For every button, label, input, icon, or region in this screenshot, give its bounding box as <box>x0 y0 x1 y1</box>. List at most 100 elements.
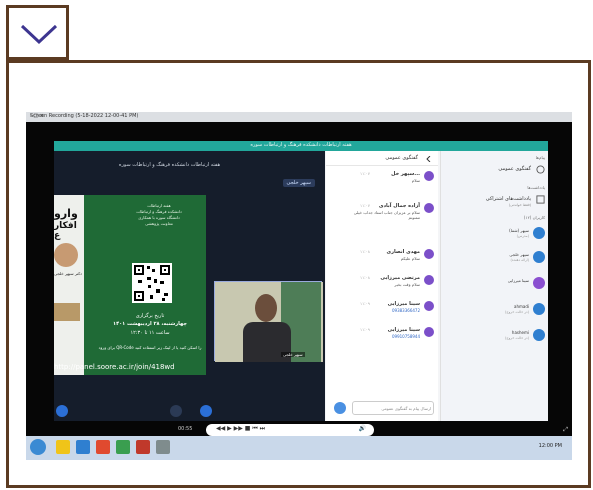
notes-section-label: یادداشت‌ها <box>527 185 545 190</box>
notes-icon <box>536 195 545 204</box>
screen-share-button[interactable] <box>170 405 182 417</box>
public-chat-label: گفتگوی عمومی <box>498 166 531 172</box>
webcam-feed: سپهر خلجی <box>214 281 323 362</box>
mic-button[interactable] <box>56 405 68 417</box>
media-control-buttons[interactable]: ◀◀ ▶ ▶▶ ■ ⏮ ⏭ <box>216 425 265 433</box>
chat-message: سینا میرزایی ۱۱:۰۹ 09383366472 <box>330 301 434 323</box>
event-time: ساعت ۱۱ تا ۱۲:۳۰ <box>130 330 170 336</box>
user-role: (در حالت خروج) <box>504 336 529 340</box>
presentation-slide: وارو افکار ع دکتر سپهر خلجی هفته ارتباطا… <box>54 195 206 375</box>
org-line: معاونت پژوهشی <box>145 221 173 226</box>
shared-notes-item[interactable]: یادداشت‌های اشتراکی (فقط خواندنی) <box>445 195 545 209</box>
qr-note: برای ورود QR-Code را اسکن کنید یا از لین… <box>98 345 202 350</box>
message-time: ۱۱:۰۸ <box>360 249 370 254</box>
message-text: 09383366472 <box>392 308 420 313</box>
avatar <box>533 251 545 263</box>
chat-message: سپهر خل... ۱۱:۰۷ سلام <box>330 171 434 193</box>
box-image <box>54 303 80 321</box>
elapsed-time: 00:55 <box>178 426 193 432</box>
stage-title: هفته ارتباطات دانشکده فرهنگ و ارتباطات س… <box>118 162 221 168</box>
fullscreen-icon[interactable]: ⤢ <box>563 426 568 434</box>
slide-left-panel: وارو افکار ع دکتر سپهر خلجی <box>54 195 84 375</box>
user-name: سپهر خلجی <box>509 252 529 257</box>
media-controls[interactable]: ◀◀ ▶ ▶▶ ■ ⏮ ⏭ 🔊 <box>206 424 374 436</box>
message-text: سلام بر عزیزان جناب استاد جداب خیلی ممنو… <box>353 210 420 220</box>
send-button[interactable] <box>334 402 346 414</box>
user-item[interactable]: ahmadi (در حالت خروج) <box>445 303 545 325</box>
chat-bubble-icon <box>536 165 545 174</box>
message-text: 09910758944 <box>392 334 420 339</box>
avatar <box>533 329 545 341</box>
slide-title-1: وارو <box>54 207 78 220</box>
window-controls[interactable]: - □ × <box>30 113 566 119</box>
folder-icon[interactable] <box>56 440 70 454</box>
slide-title-2: افکار ع <box>54 221 77 241</box>
user-sidebar: پیام‌ها گفتگوی عمومی یادداشت‌ها یادداشت‌… <box>440 151 548 421</box>
app-icon[interactable] <box>156 440 170 454</box>
volume-icon[interactable]: 🔊 <box>359 425 366 432</box>
user-name: سینا میرزایی <box>507 278 529 283</box>
event-date: چهارشنبه، ۲۸ اردیبهشت ۱۴۰۱ <box>113 321 187 327</box>
webcam-person-head <box>255 294 277 322</box>
meeting-app: هفته ارتباطات دانشکده فرهنگ و ارتباطات س… <box>54 141 548 421</box>
meeting-header-title: هفته ارتباطات دانشکده فرهنگ و ارتباطات س… <box>250 142 352 148</box>
message-author: آزاده جمال آبادی <box>378 203 420 209</box>
avatar <box>424 275 434 285</box>
user-item[interactable]: سینا میرزایی <box>445 277 545 299</box>
qr-code <box>132 263 172 303</box>
user-role: (مدرس) <box>516 234 529 238</box>
avatar <box>424 203 434 213</box>
public-chat-item[interactable]: گفتگوی عمومی <box>445 165 545 179</box>
start-button[interactable] <box>30 439 46 455</box>
shared-notes-label: یادداشت‌های اشتراکی <box>485 196 531 202</box>
message-time: ۱۱:۰۷ <box>360 171 370 176</box>
chevron-left-icon[interactable] <box>426 156 432 162</box>
app-icon[interactable] <box>136 440 150 454</box>
message-time: ۱۱:۰۹ <box>360 327 370 332</box>
audio-button[interactable] <box>200 405 212 417</box>
message-time: ۱۱:۰۷ <box>360 203 370 208</box>
chrome-icon[interactable] <box>116 440 130 454</box>
users-section-label: کاربران (۱۲) <box>523 215 545 220</box>
taskbar-clock: 12:00 PM <box>538 443 562 449</box>
message-author: مرتضی میرزایی <box>380 275 420 281</box>
speaker-chip[interactable]: سپهر خلجی <box>282 179 315 187</box>
user-role: (ارائه دهنده) <box>510 258 529 262</box>
message-author: سینا میرزایی <box>387 327 420 333</box>
chat-header: گفتگوی عمومی <box>326 153 438 166</box>
user-role: (در حالت خروج) <box>504 310 529 314</box>
message-time: ۱۱:۰۸ <box>360 275 370 280</box>
avatar <box>424 301 434 311</box>
webcam-name-label: سپهر خلجی <box>281 352 305 357</box>
user-name: سپهر (شما) <box>509 228 529 233</box>
chat-title: گفتگوی عمومی <box>385 155 418 161</box>
message-author: مهدی انصاری <box>386 249 420 255</box>
message-author: سپهر خل... <box>391 171 420 177</box>
user-item[interactable]: hashemi (در حالت خروج) <box>445 329 545 351</box>
message-time: ۱۱:۰۹ <box>360 301 370 306</box>
join-link[interactable]: http://panel.soore.ac.ir/join/418wd <box>54 363 214 371</box>
message-text: سلام وقت بخیر <box>394 282 420 287</box>
message-text: سلام <box>411 178 420 183</box>
user-item[interactable]: سپهر (شما) (مدرس) <box>445 227 545 249</box>
avatar <box>533 227 545 239</box>
org-line: دانشکده فرهنگ و ارتباطات <box>136 209 182 214</box>
presenter-caption: دکتر سپهر خلجی <box>54 271 82 276</box>
meeting-header: هفته ارتباطات دانشکده فرهنگ و ارتباطات س… <box>54 141 548 151</box>
recorder-title-bar: Screen Recording (5-18-2022 12-00-41 PM)… <box>26 112 572 122</box>
avatar <box>533 277 545 289</box>
recording-screenshot: Screen Recording (5-18-2022 12-00-41 PM)… <box>26 112 572 460</box>
ie-icon[interactable] <box>76 440 90 454</box>
avatar <box>533 303 545 315</box>
windows-taskbar: 12:00 PM <box>26 436 572 460</box>
presentation-stage: هفته ارتباطات دانشکده فرهنگ و ارتباطات س… <box>54 151 325 421</box>
user-item[interactable]: سپهر خلجی (ارائه دهنده) <box>445 251 545 273</box>
chat-input[interactable]: ارسال پیام به گفتگوی عمومی <box>352 401 434 415</box>
video-area: هفته ارتباطات دانشکده فرهنگ و ارتباطات س… <box>26 122 572 436</box>
chevron-down-icon <box>20 24 58 45</box>
avatar <box>424 249 434 259</box>
avatar <box>424 171 434 181</box>
media-player-icon[interactable] <box>96 440 110 454</box>
chat-message: سینا میرزایی ۱۱:۰۹ 09910758944 <box>330 327 434 349</box>
collapse-toggle-button[interactable] <box>6 5 69 60</box>
